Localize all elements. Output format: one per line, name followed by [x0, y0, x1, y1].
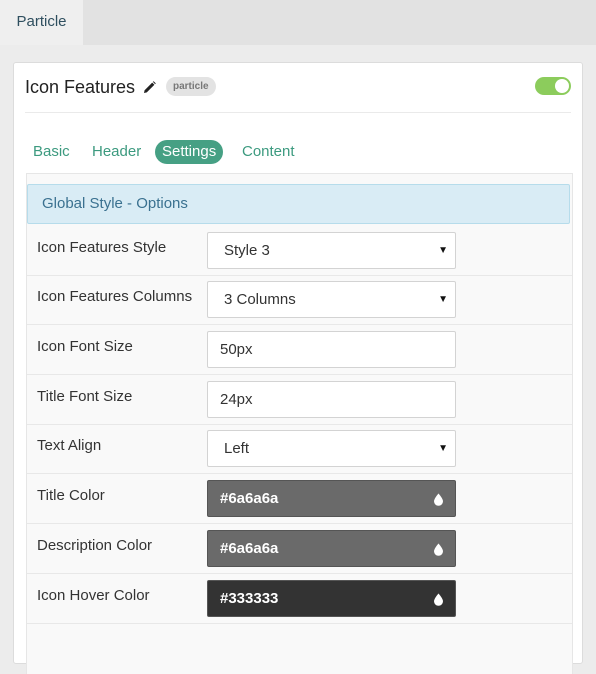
icon-font-size-input[interactable]: 50px [207, 331, 456, 368]
panel-header: Icon Features particle [25, 75, 571, 113]
enabled-toggle[interactable] [535, 77, 571, 95]
section-header[interactable]: Global Style - Options [27, 184, 570, 224]
field-label: Text Align [37, 437, 102, 454]
tab-content[interactable]: Content [242, 140, 295, 164]
field-label: Icon Features Style [37, 239, 167, 256]
dropdown-arrow-icon: ▼ [438, 245, 448, 256]
field-label: Icon Hover Color [37, 587, 150, 604]
tab-settings[interactable]: Settings [155, 140, 224, 164]
droplet-icon [434, 593, 443, 606]
tab-particle[interactable]: Particle [0, 0, 83, 45]
description-color-picker[interactable]: #6a6a6a [207, 530, 456, 567]
settings-content: Global Style - Options Icon Features Sty… [26, 173, 573, 674]
icon-features-columns-select[interactable]: 3 Columns ▼ [207, 281, 456, 318]
color-value: #6a6a6a [220, 540, 279, 557]
toggle-knob [555, 79, 569, 93]
field-label: Title Color [37, 487, 105, 504]
field-row-icon-font-size: Icon Font Size 50px [27, 325, 572, 375]
tab-header[interactable]: Header [92, 140, 141, 164]
title-font-size-input[interactable]: 24px [207, 381, 456, 418]
particle-panel: Icon Features particle Basic Header Sett… [13, 62, 583, 674]
dropdown-arrow-icon: ▼ [438, 443, 448, 454]
top-bar: Particle [0, 0, 596, 45]
droplet-icon [434, 493, 443, 506]
field-row-title-color: Title Color #6a6a6a [27, 474, 572, 524]
select-value: Left [224, 440, 250, 457]
field-label: Icon Font Size [37, 338, 133, 355]
icon-hover-color-picker[interactable]: #333333 [207, 580, 456, 617]
select-value: Style 3 [224, 242, 270, 259]
text-align-select[interactable]: Left ▼ [207, 430, 456, 467]
field-row-icon-features-style: Icon Features Style Style 3 ▼ [27, 226, 572, 276]
field-row-icon-hover-color: Icon Hover Color #333333 [27, 574, 572, 624]
title-color-picker[interactable]: #6a6a6a [207, 480, 456, 517]
droplet-icon [434, 543, 443, 556]
field-label: Description Color [37, 537, 153, 554]
field-label: Icon Features Columns [37, 288, 193, 305]
field-row-description-color: Description Color #6a6a6a [27, 524, 572, 574]
color-value: #6a6a6a [220, 490, 279, 507]
field-row-title-font-size: Title Font Size 24px [27, 375, 572, 425]
field-row-text-align: Text Align Left ▼ [27, 424, 572, 474]
field-row-icon-features-columns: Icon Features Columns 3 Columns ▼ [27, 275, 572, 325]
color-value: #333333 [220, 590, 279, 607]
pencil-icon[interactable] [143, 81, 156, 94]
select-value: 3 Columns [224, 291, 296, 308]
tab-basic[interactable]: Basic [33, 140, 70, 164]
panel-title: Icon Features [25, 77, 136, 97]
dropdown-arrow-icon: ▼ [438, 294, 448, 305]
field-label: Title Font Size [37, 388, 133, 405]
icon-features-style-select[interactable]: Style 3 ▼ [207, 232, 456, 269]
type-badge: particle [166, 77, 216, 96]
